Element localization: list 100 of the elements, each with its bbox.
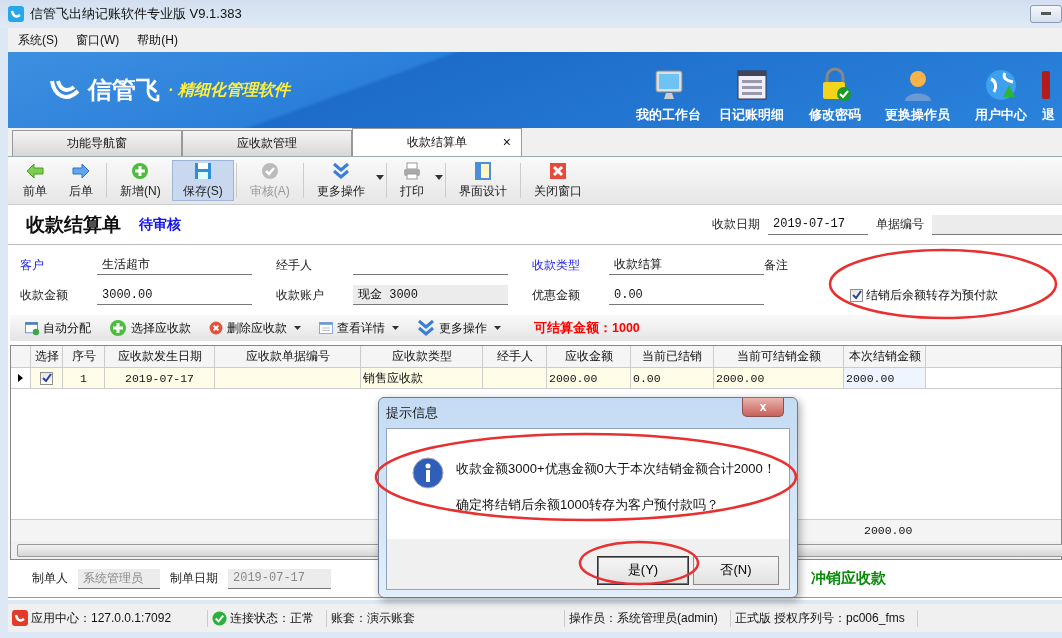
table-cell: 销售应收款 bbox=[361, 368, 483, 388]
number-field[interactable] bbox=[932, 214, 1062, 235]
field-label: 收款日期 bbox=[712, 216, 760, 233]
field-label: 经手人 bbox=[276, 256, 313, 274]
column-header: 应收金额 bbox=[547, 346, 631, 367]
plus-icon bbox=[108, 318, 128, 338]
layout-icon bbox=[472, 161, 493, 181]
minimize-button[interactable] bbox=[1030, 5, 1062, 23]
field-label: 收款账户 bbox=[276, 286, 325, 304]
dialog-message: 确定将结销后余额1000转存为客户预付款吗？ bbox=[456, 496, 720, 514]
app-logo-icon bbox=[12, 610, 28, 626]
toolbar-button[interactable]: 界面设计 bbox=[447, 160, 518, 201]
input-field[interactable]: 生活超市 bbox=[97, 255, 252, 275]
check-icon bbox=[41, 373, 52, 383]
write-off-link[interactable]: 冲销应收款 bbox=[811, 569, 886, 588]
table-cell: 2019-07-17 bbox=[105, 368, 215, 388]
arrow-right-icon bbox=[71, 161, 91, 181]
window-title: 信管飞出纳记账软件专业版 V9.1.383 bbox=[30, 5, 242, 23]
status-item: 操作员：系统管理员(admin) bbox=[565, 609, 731, 627]
plus-icon bbox=[130, 161, 151, 181]
tab[interactable]: 收款结算单 × bbox=[352, 128, 522, 156]
grid-toolbar-button[interactable]: 自动分配 bbox=[18, 319, 97, 337]
toolbar-button[interactable]: 前单 bbox=[12, 160, 58, 201]
dialog-button[interactable]: 是(Y) bbox=[597, 555, 689, 585]
grid-toolbar-button[interactable]: 删除应收款 bbox=[202, 319, 307, 337]
nav-button[interactable]: 我的工作台 bbox=[627, 67, 710, 124]
check-circle-icon bbox=[212, 610, 227, 626]
maker-field: 系统管理员 bbox=[78, 568, 160, 589]
column-header: 应收款单据编号 bbox=[215, 346, 361, 367]
nav-button[interactable]: 日记账明细 bbox=[710, 67, 793, 124]
check-circle-icon bbox=[259, 161, 280, 181]
chevrons-down-icon bbox=[330, 161, 351, 181]
dialog-message: 收款金额3000+优惠金额0大于本次结销金额合计2000！ bbox=[456, 460, 776, 478]
input-field[interactable]: 现金 3000 bbox=[353, 285, 508, 305]
toolbar-button[interactable]: 后单 bbox=[58, 160, 104, 201]
toolbar-button[interactable]: 保存(S) bbox=[171, 160, 234, 201]
nav-button[interactable]: 修改密码 bbox=[793, 67, 876, 124]
toolbar-button[interactable]: 更多操作 bbox=[305, 160, 384, 201]
field-label: 制单日期 bbox=[170, 570, 218, 587]
app-logo-icon bbox=[8, 6, 24, 22]
field-label: 客户 bbox=[20, 256, 45, 274]
nav-button[interactable]: 更换操作员 bbox=[876, 67, 959, 124]
chevrons-down-icon bbox=[416, 318, 436, 338]
field-label: 收款金额 bbox=[20, 286, 69, 304]
column-header: 序号 bbox=[63, 346, 105, 367]
column-header: 应收款类型 bbox=[361, 346, 483, 367]
column-header: 经手人 bbox=[483, 346, 547, 367]
table-cell: 2000.00 bbox=[844, 368, 926, 388]
available-amount: 可结算金额：1000 bbox=[534, 319, 640, 337]
table-cell: 2000.00 bbox=[547, 368, 631, 388]
check-icon bbox=[851, 290, 862, 300]
date-field[interactable]: 2019-07-17 bbox=[768, 214, 868, 235]
toolbar-button[interactable]: 新增(N) bbox=[109, 160, 172, 201]
dialog-button[interactable]: 否(N) bbox=[693, 555, 779, 585]
status-item: 账套：演示账套 bbox=[327, 609, 565, 627]
row-checkbox[interactable] bbox=[40, 371, 53, 385]
close-icon bbox=[547, 161, 568, 181]
field-label: 制单人 bbox=[32, 570, 68, 587]
status-item: 连接状态：正常 bbox=[208, 609, 327, 627]
input-field[interactable]: 0.00 bbox=[609, 285, 764, 305]
toolbar-button[interactable]: 打印 bbox=[388, 160, 443, 201]
column-header: 应收款发生日期 bbox=[105, 346, 215, 367]
table-cell: 1 bbox=[63, 368, 105, 388]
info-icon bbox=[412, 457, 444, 489]
menu-item[interactable]: 系统(S) bbox=[18, 31, 58, 49]
toolbar-button[interactable]: 关闭窗口 bbox=[522, 160, 593, 201]
minimize-icon bbox=[1041, 12, 1051, 16]
dialog-title: 提示信息 bbox=[386, 404, 438, 422]
menu-item[interactable]: 帮助(H) bbox=[137, 31, 178, 49]
nav-button[interactable]: 用户中心 bbox=[959, 67, 1042, 124]
menu-item[interactable]: 窗口(W) bbox=[76, 31, 120, 49]
field-label: 备注 bbox=[764, 256, 789, 274]
field-label: 收款类型 bbox=[532, 256, 581, 274]
date-field: 2019-07-17 bbox=[228, 568, 331, 589]
arrow-left-icon bbox=[25, 161, 45, 181]
input-field[interactable]: 收款结算 bbox=[609, 255, 764, 275]
tab[interactable]: 功能导航窗 bbox=[12, 130, 182, 156]
column-header: 选择 bbox=[31, 346, 63, 367]
field-label: 单据编号 bbox=[876, 216, 924, 233]
logo-text: 信管飞 bbox=[88, 75, 160, 105]
status-item: 正式版 授权序列号：pc006_fms bbox=[730, 609, 918, 627]
document-title: 收款结算单 bbox=[26, 212, 121, 237]
status-item: 应用中心：127.0.0.1:7092 bbox=[8, 609, 208, 627]
column-header: 当前已结销 bbox=[631, 346, 714, 367]
slogan: · 精细化管理软件 bbox=[168, 79, 290, 100]
nav-button[interactable]: 退 bbox=[1042, 67, 1062, 124]
document-status: 待审核 bbox=[139, 215, 181, 234]
column-header: 当前可结销金额 bbox=[714, 346, 844, 367]
grid-toolbar-button[interactable]: 选择应收款 bbox=[102, 318, 197, 338]
grid-toolbar-button[interactable]: 查看详情 bbox=[312, 319, 405, 337]
tab-close-button[interactable]: × bbox=[502, 134, 511, 150]
grid-toolbar-button[interactable]: 更多操作 bbox=[410, 318, 507, 338]
form-icon bbox=[318, 320, 334, 336]
tab[interactable]: 应收款管理 bbox=[182, 130, 352, 156]
save-icon bbox=[192, 161, 213, 181]
column-header: 本次结销金额 bbox=[844, 346, 926, 367]
transfer-checkbox[interactable]: 结销后余额转存为预付款 bbox=[850, 286, 1062, 304]
printer-icon bbox=[401, 161, 422, 181]
window-icon bbox=[24, 320, 40, 336]
input-field[interactable]: 3000.00 bbox=[97, 285, 252, 305]
